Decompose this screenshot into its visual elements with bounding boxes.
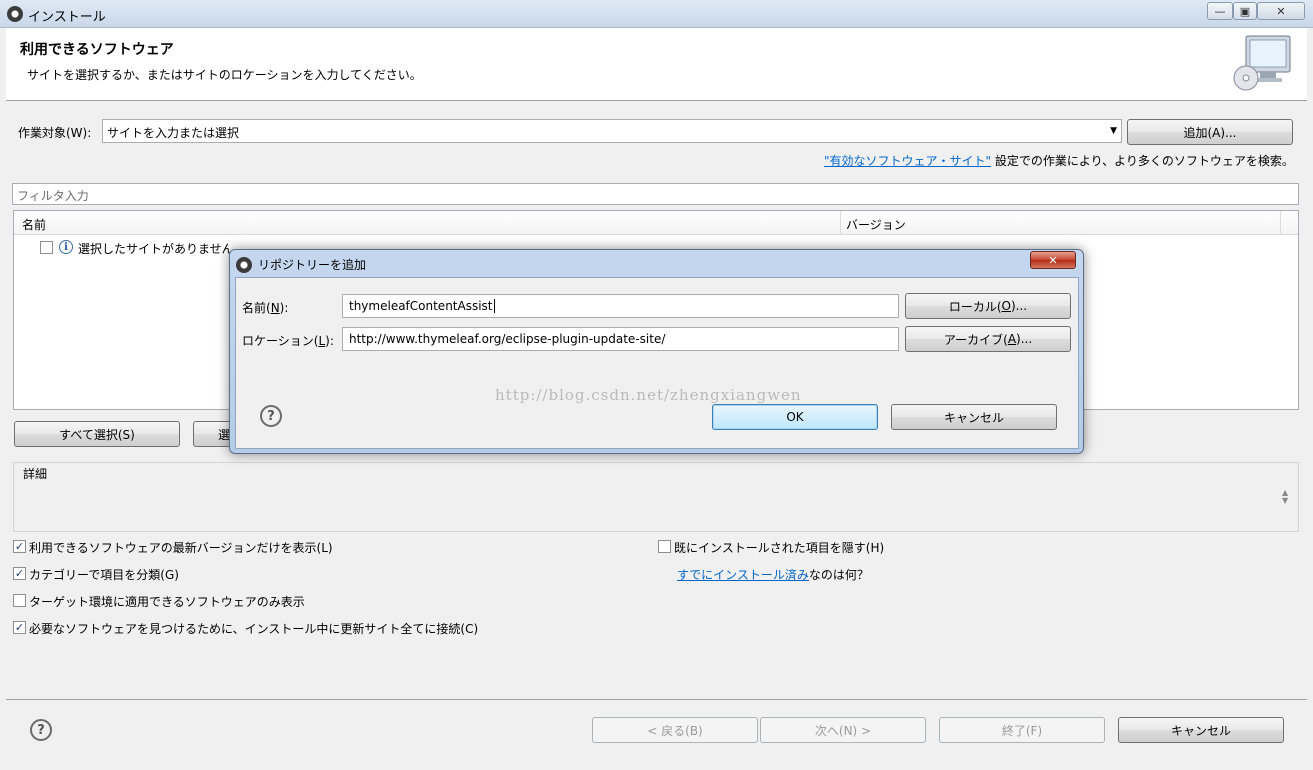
hide-installed-checkbox[interactable]: [658, 540, 671, 553]
column-divider: [1280, 211, 1281, 235]
add-repository-dialog: リポジトリーを追加 ✕ 名前(N): thymeleafContentAssis…: [229, 249, 1084, 454]
group-by-category-checkbox[interactable]: ✓: [13, 567, 26, 580]
repo-name-label: 名前(N):: [242, 301, 289, 315]
page-description: サイトを選択するか、またはサイトのロケーションを入力してください。: [27, 68, 422, 82]
maximize-button[interactable]: ▣: [1233, 2, 1257, 20]
maximize-icon: ▣: [1239, 4, 1251, 18]
installed-info-suffix: なのは何？: [808, 568, 869, 582]
page-title: 利用できるソフトウェア: [20, 42, 174, 58]
archive-button[interactable]: アーカイブ(A)...: [905, 326, 1071, 352]
available-sites-line: "有効なソフトウェア・サイト" 設定での作業により、より多くのソフトウェアを検索…: [824, 152, 1294, 169]
minimize-icon: —: [1214, 4, 1226, 18]
column-name-header[interactable]: 名前: [22, 216, 46, 233]
available-sites-link[interactable]: "有効なソフトウェア・サイト": [824, 154, 991, 168]
window-titlebar: [0, 0, 1313, 28]
tree-row-label: 選択したサイトがありません。: [78, 242, 246, 256]
dialog-ok-button[interactable]: OK: [712, 404, 878, 430]
dropdown-arrow-icon[interactable]: ▼: [1110, 126, 1117, 136]
contact-all-sites-checkbox[interactable]: ✓: [13, 621, 26, 634]
scroll-arrows-icon[interactable]: ▲ ▼: [1282, 489, 1288, 505]
local-button[interactable]: ローカル(O)...: [905, 293, 1071, 319]
target-env-only-label: ターゲット環境に適用できるソフトウェアのみ表示: [29, 595, 305, 609]
group-by-category-label: カテゴリーで項目を分類(G): [29, 568, 179, 582]
hide-installed-label: 既にインストールされた項目を隠す(H): [674, 541, 885, 555]
window-title: インストール: [28, 10, 106, 25]
wizard-header: [6, 28, 1307, 101]
monitor-cd-icon: [1233, 35, 1291, 91]
details-label: 詳細: [23, 467, 48, 481]
tree-header: 名前 バージョン: [14, 211, 1298, 235]
add-site-button[interactable]: 追加(A)...: [1127, 119, 1293, 145]
dialog-close-button[interactable]: ✕: [1030, 251, 1076, 269]
column-version-header[interactable]: バージョン: [846, 216, 906, 233]
close-icon: ✕: [1276, 4, 1286, 18]
bottom-separator: [6, 699, 1307, 700]
filter-input[interactable]: フィルタ入力: [12, 183, 1299, 205]
help-icon[interactable]: ?: [30, 719, 52, 741]
finish-button[interactable]: 終了(F): [939, 717, 1105, 743]
eclipse-app-icon: [7, 6, 23, 22]
window-close-button[interactable]: ✕: [1257, 2, 1305, 20]
target-env-only-checkbox[interactable]: [13, 594, 26, 607]
back-button[interactable]: < 戻る(B): [592, 717, 758, 743]
already-installed-link[interactable]: すでにインストール済み: [677, 568, 809, 582]
eclipse-app-icon: [236, 257, 252, 273]
close-icon: ✕: [1048, 253, 1058, 267]
repo-name-input[interactable]: thymeleafContentAssist: [342, 294, 899, 318]
minimize-button[interactable]: —: [1207, 2, 1233, 20]
dialog-title: リポジトリーを追加: [258, 258, 367, 272]
work-with-combo-text: サイトを入力または選択: [107, 126, 240, 140]
dialog-help-icon[interactable]: ?: [260, 405, 282, 427]
column-divider: [840, 211, 841, 235]
latest-only-label: 利用できるソフトウェアの最新バージョンだけを表示(L): [29, 541, 333, 555]
watermark-text: http://blog.csdn.net/zhengxiangwen: [495, 386, 802, 404]
latest-only-checkbox[interactable]: ✓: [13, 540, 26, 553]
select-all-button[interactable]: すべて選択(S): [14, 421, 180, 447]
deselect-all-button[interactable]: 選: [193, 421, 233, 447]
dialog-body: 名前(N): thymeleafContentAssist ローカル(O)...…: [235, 277, 1079, 449]
repo-location-label: ロケーション(L):: [242, 334, 334, 348]
details-area: 詳細 ▲ ▼: [13, 462, 1299, 532]
installed-info-line: すでにインストール済みなのは何？: [677, 566, 869, 583]
next-button[interactable]: 次へ(N) >: [760, 717, 926, 743]
repo-location-input[interactable]: http://www.thymeleaf.org/eclipse-plugin-…: [342, 327, 899, 351]
dialog-cancel-button[interactable]: キャンセル: [891, 404, 1057, 430]
work-with-combo[interactable]: サイトを入力または選択 ▼: [102, 119, 1122, 143]
contact-all-sites-label: 必要なソフトウェアを見つけるために、インストール中に更新サイト全てに接続(C): [29, 622, 479, 636]
wizard-cancel-button[interactable]: キャンセル: [1118, 717, 1284, 743]
info-icon: i: [59, 240, 73, 254]
work-with-label: 作業対象(W):: [18, 126, 92, 140]
tree-row-checkbox[interactable]: [40, 241, 53, 254]
available-sites-suffix: 設定での作業により、より多くのソフトウェアを検索。: [994, 154, 1294, 168]
